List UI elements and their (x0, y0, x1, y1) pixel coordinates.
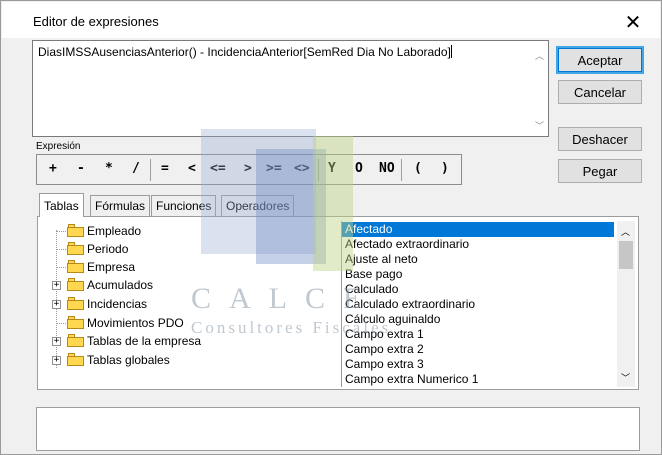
tree-item-label: Tablas globales (87, 353, 170, 367)
tree-item-label: Periodo (87, 242, 129, 256)
undo-button[interactable]: Deshacer (558, 127, 642, 151)
toolbar-separator (401, 159, 402, 181)
text-caret (450, 45, 452, 58)
list-scrollbar[interactable]: ︿ ﹀ (617, 221, 635, 387)
tree-item-label: Acumulados (87, 278, 154, 292)
folder-icon (67, 316, 84, 329)
watermark-shape (313, 136, 353, 271)
folder-icon (67, 353, 84, 366)
operator-minus-button[interactable]: - (77, 161, 85, 176)
folder-icon (67, 260, 84, 273)
folder-icon (67, 297, 84, 310)
plus-expander-icon[interactable]: + (52, 281, 61, 290)
folder-icon (67, 224, 84, 237)
editor-scrollbar[interactable]: ︿ ﹀ (531, 41, 548, 136)
cancel-button-label: Cancelar (573, 84, 627, 100)
list-item-selected[interactable]: Afectado (342, 222, 614, 237)
plus-expander-icon[interactable]: + (52, 337, 61, 346)
folder-icon (67, 242, 84, 255)
toolbar-separator (150, 159, 151, 181)
scrollbar-thumb[interactable] (619, 241, 633, 269)
description-box (36, 407, 640, 451)
expression-textarea[interactable]: DiasIMSSAusenciasAnterior() - Incidencia… (32, 40, 549, 137)
tree-item-label: Empleado (87, 224, 142, 238)
operator-divide-button[interactable]: / (132, 161, 140, 176)
operator-or-button[interactable]: O (355, 161, 363, 176)
list-item[interactable]: Base pago (342, 267, 614, 282)
dialog-title: Editor de expresiones (33, 14, 159, 29)
paste-button-label: Pegar (582, 163, 618, 179)
tab-tablas[interactable]: Tablas (39, 193, 84, 217)
title-bar[interactable]: Editor de expresiones ✕ (2, 2, 660, 38)
cancel-button[interactable]: Cancelar (558, 80, 642, 104)
close-button[interactable]: ✕ (616, 8, 650, 36)
watermark-brand: CALCE (191, 282, 380, 315)
folder-icon (67, 278, 84, 291)
folder-icon (67, 334, 84, 347)
close-paren-button[interactable]: ) (441, 161, 449, 176)
fields-list[interactable]: Afectado Afectado extraordinario Ajuste … (341, 221, 635, 387)
accept-button[interactable]: Aceptar (558, 48, 642, 72)
expression-text: DiasIMSSAusenciasAnterior() - Incidencia… (38, 45, 451, 59)
tree-connector (56, 267, 66, 268)
chevron-down-icon[interactable]: ﹀ (621, 371, 630, 384)
list-item[interactable]: Calculado (342, 282, 614, 297)
list-item[interactable]: Campo extra Numerico 1 (342, 372, 614, 387)
list-item[interactable]: Campo extra 2 (342, 342, 614, 357)
undo-button-label: Deshacer (572, 131, 628, 147)
tree-item-label: Tablas de la empresa (87, 334, 202, 348)
operator-multiply-button[interactable]: * (105, 161, 113, 176)
operator-plus-button[interactable]: + (49, 161, 57, 176)
tree-connector (56, 323, 66, 324)
chevron-down-icon[interactable]: ﹀ (535, 119, 544, 132)
paste-button[interactable]: Pegar (558, 159, 642, 183)
tree-connector (56, 231, 66, 232)
tree-item-label: Empresa (87, 260, 136, 274)
plus-expander-icon[interactable]: + (52, 300, 61, 309)
operator-equal-button[interactable]: = (161, 161, 169, 176)
list-item[interactable]: Afectado extraordinario (342, 237, 614, 252)
tab-label: Tablas (44, 198, 79, 213)
list-item[interactable]: Calculado extraordinario (342, 297, 614, 312)
accept-button-label: Aceptar (577, 52, 623, 68)
watermark-tagline: Consultores Fiscales (191, 318, 392, 337)
expression-label: Expresión (36, 141, 81, 152)
expression-editor-dialog: Editor de expresiones ✕ DiasIMSSAusencia… (0, 0, 662, 455)
operator-less-button[interactable]: < (188, 161, 196, 176)
list-item[interactable]: Ajuste al neto (342, 252, 614, 267)
plus-expander-icon[interactable]: + (52, 356, 61, 365)
tree-connector (56, 249, 66, 250)
tab-formulas[interactable]: Fórmulas (90, 195, 151, 216)
tree-item-label: Movimientos PDO (87, 316, 184, 330)
list-item[interactable]: Campo extra 3 (342, 357, 614, 372)
chevron-up-icon[interactable]: ︿ (535, 49, 544, 62)
open-paren-button[interactable]: ( (414, 161, 422, 176)
tree-item-label: Incidencias (87, 297, 148, 311)
tab-label: Fórmulas (95, 199, 146, 213)
close-icon: ✕ (624, 10, 642, 34)
chevron-up-icon[interactable]: ︿ (621, 225, 630, 238)
operator-not-button[interactable]: NO (379, 161, 395, 176)
